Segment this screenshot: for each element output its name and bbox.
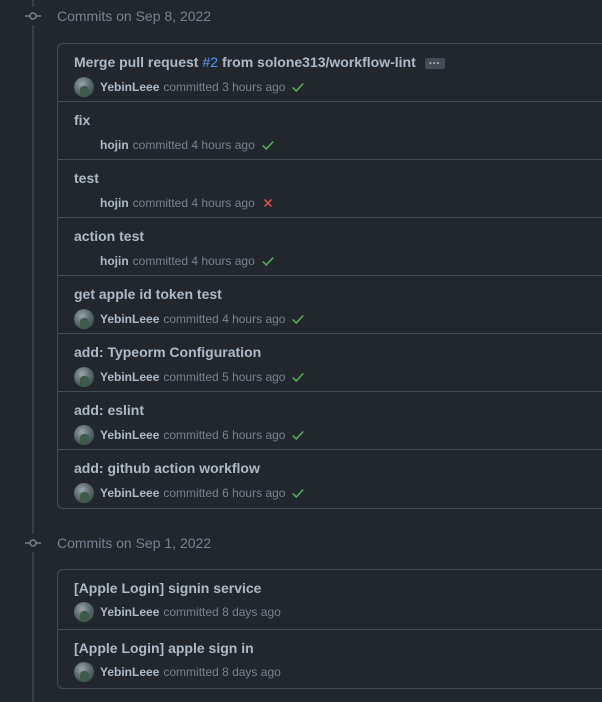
timeline-line xyxy=(32,0,34,702)
git-commit-icon xyxy=(24,534,42,552)
check-icon[interactable] xyxy=(291,312,305,326)
commit-verb: committed xyxy=(163,312,219,326)
author-link[interactable]: YebinLeee xyxy=(100,605,159,619)
commit-title[interactable]: fix xyxy=(74,112,90,128)
commit-verb: committed xyxy=(163,370,219,384)
check-icon[interactable] xyxy=(291,370,305,384)
author-name: hojin xyxy=(100,254,129,268)
commit-title[interactable]: add: eslint xyxy=(74,402,144,418)
ellipsis-label: … xyxy=(428,52,442,67)
avatar-placeholder xyxy=(74,193,94,213)
avatar[interactable] xyxy=(74,602,94,622)
check-icon[interactable] xyxy=(261,254,275,268)
check-icon[interactable] xyxy=(291,486,305,500)
author-link[interactable]: YebinLeee xyxy=(100,486,159,500)
commit-verb: committed xyxy=(163,486,219,500)
commit-group-header: Commits on Sep 8, 2022 xyxy=(0,4,602,28)
commit-time: 8 days ago xyxy=(222,605,281,619)
commit-time: 4 hours ago xyxy=(222,312,286,326)
commit-row: add: eslint YebinLeee committed 6 hours … xyxy=(58,392,602,450)
commit-meta: YebinLeee committed 3 hours ago xyxy=(74,77,305,97)
avatar[interactable] xyxy=(74,483,94,503)
avatar[interactable] xyxy=(74,367,94,387)
commit-time: 4 hours ago xyxy=(191,138,255,152)
commit-meta: hojin committed 4 hours ago xyxy=(74,193,275,213)
pr-link[interactable]: #2 xyxy=(202,54,218,70)
author-link[interactable]: YebinLeee xyxy=(100,80,159,94)
check-icon[interactable] xyxy=(291,428,305,442)
commit-verb: committed xyxy=(163,428,219,442)
commit-row: get apple id token test YebinLeee commit… xyxy=(58,276,602,334)
commit-meta: hojin committed 4 hours ago xyxy=(74,135,275,155)
commit-group-header: Commits on Sep 1, 2022 xyxy=(0,531,602,555)
commit-row: add: Typeorm Configuration YebinLeee com… xyxy=(58,334,602,392)
commit-verb: committed xyxy=(132,254,189,268)
commit-title[interactable]: [Apple Login] signin service xyxy=(74,580,261,596)
group-date-title: Commits on Sep 8, 2022 xyxy=(57,8,212,24)
check-icon[interactable] xyxy=(261,138,275,152)
commit-meta: YebinLeee committed 4 hours ago xyxy=(74,309,305,329)
commit-verb: committed xyxy=(132,138,189,152)
commit-list: Merge pull request #2 from solone313/wor… xyxy=(57,43,602,509)
commit-verb: committed xyxy=(163,665,219,679)
commit-title-text[interactable]: from solone313/workflow-lint xyxy=(222,54,416,70)
commit-meta: hojin committed 4 hours ago xyxy=(74,251,275,271)
avatar-placeholder xyxy=(74,135,94,155)
git-commit-icon xyxy=(24,7,42,25)
author-link[interactable]: YebinLeee xyxy=(100,428,159,442)
avatar-placeholder xyxy=(74,251,94,271)
commit-row: [Apple Login] apple sign in YebinLeee co… xyxy=(58,630,602,688)
commit-title[interactable]: get apple id token test xyxy=(74,286,222,302)
commit-meta: YebinLeee committed 6 hours ago xyxy=(74,483,305,503)
avatar[interactable] xyxy=(74,77,94,97)
commit-row: add: github action workflow YebinLeee co… xyxy=(58,450,602,508)
commit-time: 5 hours ago xyxy=(222,370,286,384)
avatar[interactable] xyxy=(74,309,94,329)
commit-title[interactable]: Merge pull request #2 from solone313/wor… xyxy=(74,53,445,70)
commit-row: test hojin committed 4 hours ago xyxy=(58,160,602,218)
avatar[interactable] xyxy=(74,662,94,682)
commit-row: fix hojin committed 4 hours ago xyxy=(58,102,602,160)
commit-time: 4 hours ago xyxy=(191,196,255,210)
commit-list: [Apple Login] signin service YebinLeee c… xyxy=(57,569,602,689)
author-name: hojin xyxy=(100,196,129,210)
commit-meta: YebinLeee committed 8 days ago xyxy=(74,662,281,682)
commit-title-text[interactable]: Merge pull request xyxy=(74,54,198,70)
author-link[interactable]: YebinLeee xyxy=(100,665,159,679)
group-date-title: Commits on Sep 1, 2022 xyxy=(57,535,212,551)
commit-time: 6 hours ago xyxy=(222,486,286,500)
commit-time: 8 days ago xyxy=(222,665,281,679)
commit-row: action test hojin committed 4 hours ago xyxy=(58,218,602,276)
commit-time: 6 hours ago xyxy=(222,428,286,442)
author-name: hojin xyxy=(100,138,129,152)
commit-title[interactable]: add: Typeorm Configuration xyxy=(74,344,261,360)
check-icon[interactable] xyxy=(291,80,305,94)
commit-meta: YebinLeee committed 5 hours ago xyxy=(74,367,305,387)
author-link[interactable]: YebinLeee xyxy=(100,312,159,326)
commit-title[interactable]: add: github action workflow xyxy=(74,460,260,476)
commit-verb: committed xyxy=(163,605,219,619)
x-icon[interactable] xyxy=(261,196,275,210)
commit-meta: YebinLeee committed 8 days ago xyxy=(74,602,281,622)
commit-title[interactable]: [Apple Login] apple sign in xyxy=(74,640,254,656)
commit-verb: committed xyxy=(163,80,219,94)
commit-row: [Apple Login] signin service YebinLeee c… xyxy=(58,570,602,630)
commit-time: 4 hours ago xyxy=(191,254,255,268)
commit-time: 3 hours ago xyxy=(222,80,286,94)
commit-title[interactable]: action test xyxy=(74,228,144,244)
avatar[interactable] xyxy=(74,425,94,445)
commit-verb: committed xyxy=(132,196,189,210)
commit-row: Merge pull request #2 from solone313/wor… xyxy=(58,44,602,102)
author-link[interactable]: YebinLeee xyxy=(100,370,159,384)
commit-meta: YebinLeee committed 6 hours ago xyxy=(74,425,305,445)
commit-title[interactable]: test xyxy=(74,170,99,186)
expand-message-button[interactable]: … xyxy=(424,53,445,69)
